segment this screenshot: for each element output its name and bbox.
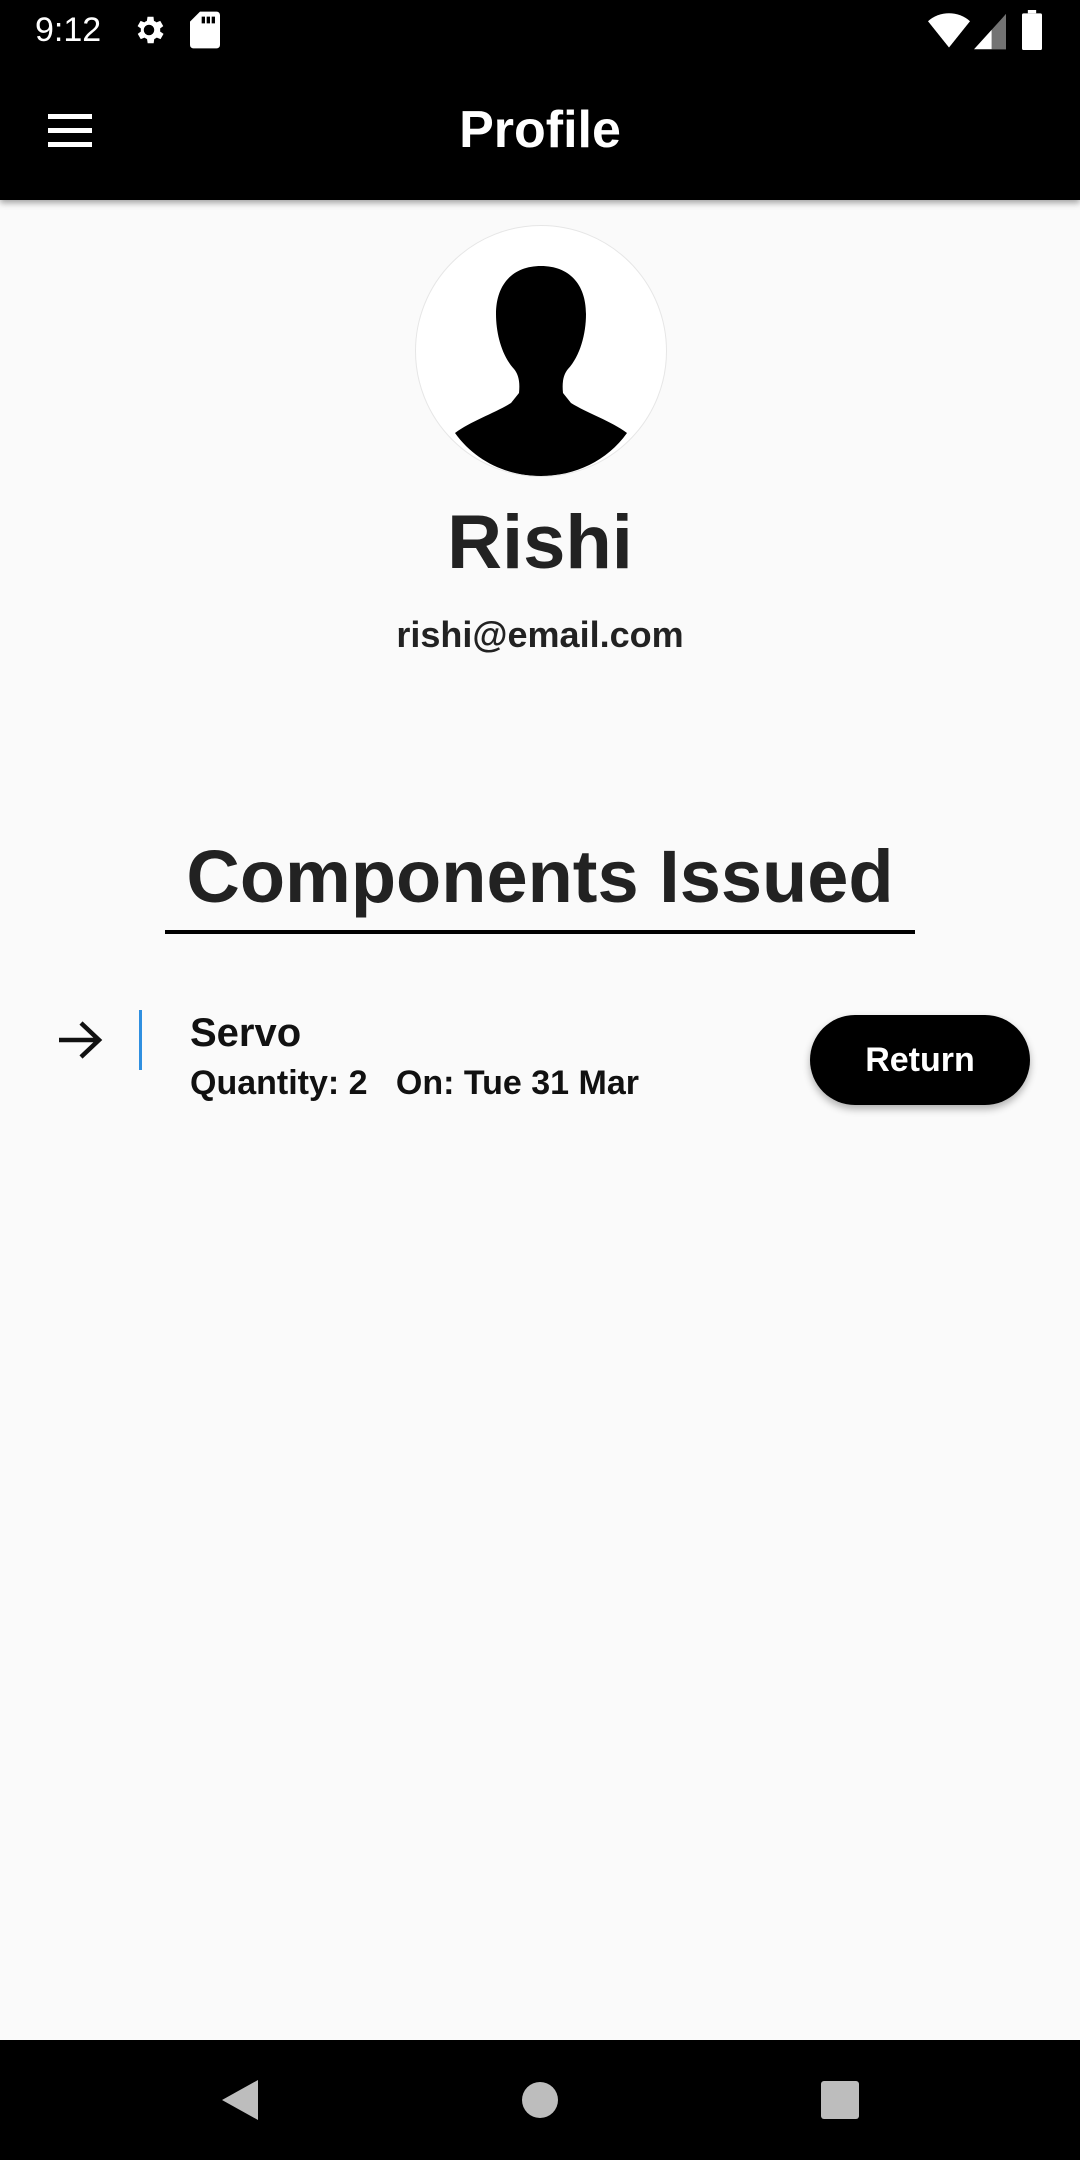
profile-screen: 9:12 Profile Rishi rishi@email.com Compo… bbox=[0, 0, 1080, 2160]
home-icon bbox=[522, 2082, 558, 2118]
profile-email: rishi@email.com bbox=[396, 614, 684, 655]
arrow-right-icon bbox=[59, 1021, 103, 1059]
recents-icon bbox=[821, 2081, 859, 2119]
signal-icon bbox=[974, 14, 1006, 50]
list-item: Servo Quantity: 2 On: Tue 31 Mar Return bbox=[0, 990, 1080, 1130]
menu-button[interactable] bbox=[28, 100, 112, 160]
heading-underline bbox=[165, 930, 915, 934]
recents-button[interactable] bbox=[800, 2060, 880, 2140]
battery-icon bbox=[1022, 10, 1042, 50]
system-nav-bar bbox=[0, 2040, 1080, 2160]
components-issued-heading: Components Issued bbox=[186, 835, 894, 918]
app-bar: Profile bbox=[0, 60, 1080, 200]
gear-icon bbox=[137, 16, 164, 44]
profile-name: Rishi bbox=[447, 500, 633, 585]
item-name: Servo bbox=[190, 1011, 302, 1055]
status-time: 9:12 bbox=[35, 11, 102, 49]
sd-card-icon bbox=[190, 11, 220, 49]
back-icon bbox=[222, 2080, 258, 2120]
wifi-icon bbox=[928, 13, 970, 48]
status-bar: 9:12 bbox=[0, 0, 1080, 60]
item-divider bbox=[139, 1010, 142, 1070]
page-title: Profile bbox=[459, 101, 621, 159]
person-silhouette-icon bbox=[455, 266, 627, 476]
home-button[interactable] bbox=[500, 2060, 580, 2140]
avatar bbox=[415, 225, 667, 477]
return-button[interactable]: Return bbox=[810, 1015, 1030, 1105]
hamburger-menu-icon bbox=[48, 114, 92, 147]
item-quantity-date: Quantity: 2 On: Tue 31 Mar bbox=[190, 1064, 639, 1102]
back-button[interactable] bbox=[200, 2060, 280, 2140]
